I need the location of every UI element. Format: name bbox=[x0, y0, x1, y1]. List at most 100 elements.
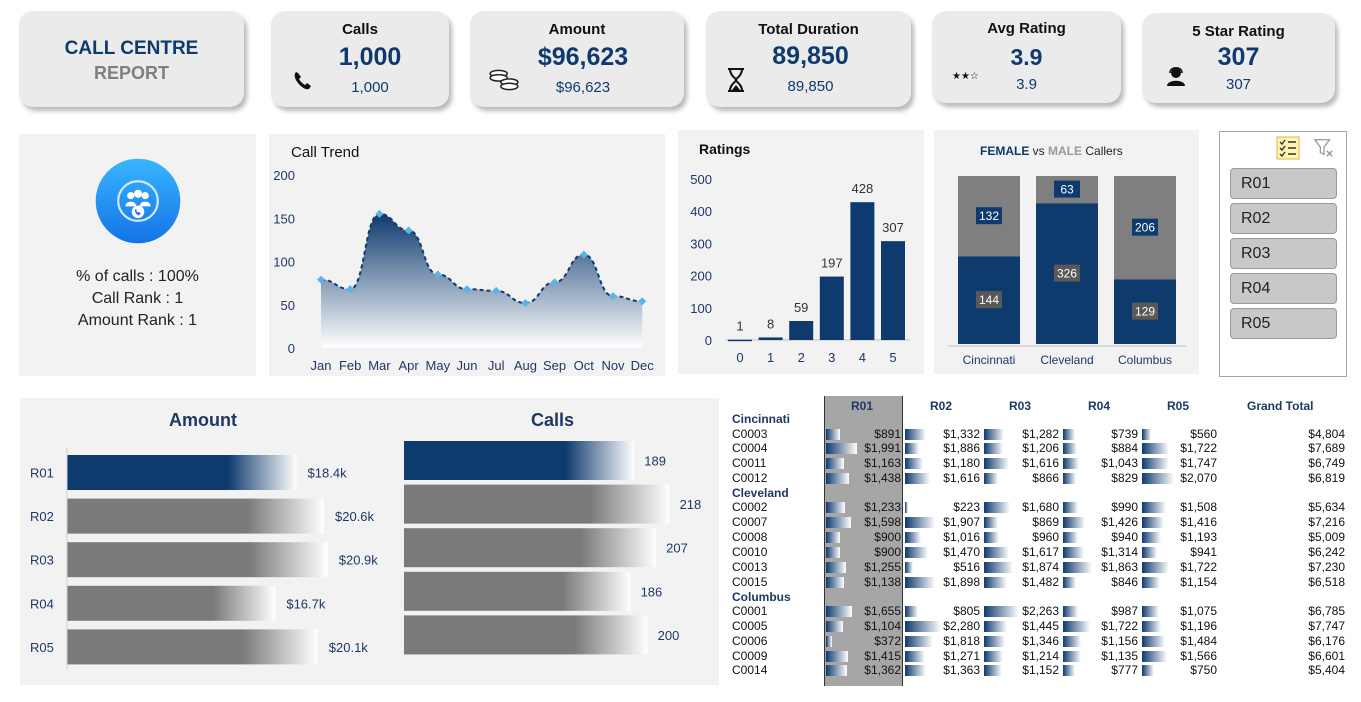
calls-bar[interactable] bbox=[404, 484, 670, 524]
pivot-header-r01[interactable]: R01 bbox=[851, 399, 873, 413]
pivot-grand-total: $6,601 bbox=[1308, 648, 1345, 663]
pivot-cell-value: $1,655 bbox=[864, 604, 901, 618]
pivot-data-bar bbox=[826, 532, 841, 544]
kpi-calls-card: Calls 1,000 1,000 bbox=[271, 11, 449, 107]
pivot-data-bar bbox=[905, 606, 918, 617]
pivot-cell: $2,070 bbox=[1140, 471, 1219, 485]
pivot-cell: $1,445 bbox=[982, 619, 1061, 633]
pivot-cell-value: $1,616 bbox=[1022, 456, 1059, 471]
pivot-cell-value: $1,104 bbox=[864, 618, 901, 633]
report-title-card: CALL CENTRE REPORT bbox=[19, 11, 244, 107]
pivot-data-bar bbox=[1063, 458, 1080, 470]
pivot-cell-value: $900 bbox=[874, 544, 901, 559]
amount-bar[interactable] bbox=[67, 585, 276, 621]
pivot-data-bar bbox=[984, 532, 1000, 544]
ratings-bar[interactable] bbox=[881, 241, 905, 340]
ratings-bar[interactable] bbox=[728, 339, 752, 342]
pivot-cell: $1,438 bbox=[824, 471, 903, 486]
amount-bar-label: $18.4k bbox=[308, 466, 348, 481]
ratings-xtick: 2 bbox=[798, 350, 805, 365]
amount-bar[interactable] bbox=[67, 542, 328, 578]
calls-bar[interactable] bbox=[404, 615, 648, 655]
amount-rank: Amount Rank : 1 bbox=[77, 312, 198, 329]
amount-bar[interactable] bbox=[67, 498, 325, 534]
kpi-duration-title: Total Duration bbox=[758, 21, 859, 38]
pivot-cell-value: $372 bbox=[874, 633, 901, 648]
trend-xtick: May bbox=[426, 358, 451, 373]
pivot-cell-value: $1,043 bbox=[1101, 456, 1138, 471]
call-trend-chart: 0 50 100 150 200 Jan Feb Mar Apr May Jun Jul Aug Sep O… bbox=[273, 168, 654, 373]
pivot-data-bar bbox=[905, 665, 927, 677]
report-title-line1: CALL CENTRE bbox=[64, 38, 199, 59]
pivot-cell: $805 bbox=[903, 604, 982, 618]
pivot-cell-value: $1,214 bbox=[1022, 648, 1059, 663]
pivot-cell: $1,722 bbox=[1140, 441, 1219, 456]
pivot-data-bar bbox=[1063, 576, 1077, 588]
pivot-data-bar bbox=[984, 517, 998, 529]
pivot-cell: $987 bbox=[1061, 604, 1140, 618]
ratings-xtick: 1 bbox=[767, 350, 774, 365]
pivot-data-bar bbox=[1142, 458, 1170, 470]
pivot-city-columbus[interactable]: Columbus bbox=[732, 590, 791, 604]
pivot-cell-value: $1,180 bbox=[943, 456, 980, 471]
ratings-bar[interactable] bbox=[758, 337, 783, 340]
pivot-cell: $1,214 bbox=[982, 648, 1061, 663]
pivot-cell: $1,655 bbox=[824, 604, 903, 618]
pivot-data-bar bbox=[1142, 650, 1167, 662]
slicer-item-r04[interactable]: R04 bbox=[1230, 273, 1337, 304]
pivot-city-cleveland[interactable]: Cleveland bbox=[732, 486, 789, 500]
pivot-cell-value: $1,722 bbox=[1180, 441, 1217, 456]
pivot-cell-value: $1,566 bbox=[1180, 648, 1217, 663]
trend-area bbox=[321, 213, 643, 348]
slicer-item-r02[interactable]: R02 bbox=[1230, 203, 1337, 234]
calls-bar[interactable] bbox=[404, 441, 635, 480]
pivot-header-grand-total[interactable]: Grand Total bbox=[1247, 399, 1313, 413]
clear-filter-icon[interactable] bbox=[1313, 137, 1335, 159]
pivot-data-bar bbox=[826, 576, 844, 588]
pivot-cell-value: $1,255 bbox=[864, 559, 901, 574]
stars-icon: ★★☆ bbox=[952, 71, 979, 82]
pivot-city-cincinnati[interactable]: Cincinnati bbox=[732, 412, 790, 426]
ratings-ytick: 400 bbox=[690, 204, 712, 219]
pivot-cell: $1,363 bbox=[903, 663, 982, 677]
pivot-header-r05[interactable]: R05 bbox=[1167, 399, 1189, 413]
ratings-bar[interactable] bbox=[850, 202, 875, 340]
pivot-data-bar bbox=[1063, 606, 1079, 617]
pivot-row-label: C0004 bbox=[732, 441, 768, 456]
pivot-cell: $1,043 bbox=[1061, 456, 1140, 471]
pivot-header-r02[interactable]: R02 bbox=[930, 399, 952, 413]
pivot-cell-value: $1,438 bbox=[864, 471, 901, 486]
ratings-xtick: 4 bbox=[859, 350, 866, 365]
slicer-item-r03[interactable]: R03 bbox=[1230, 238, 1337, 269]
pivot-header-r03[interactable]: R03 bbox=[1009, 399, 1031, 413]
pivot-grand-total: $6,749 bbox=[1308, 456, 1345, 471]
pivot-row-label: C0013 bbox=[732, 559, 768, 574]
calls-bar[interactable] bbox=[404, 571, 631, 611]
pivot-data-bar bbox=[826, 546, 841, 558]
kpi-duration-card: Total Duration 89,850 89,850 bbox=[706, 11, 911, 107]
amount-bar[interactable] bbox=[67, 629, 318, 665]
slicer-item-r01[interactable]: R01 bbox=[1230, 168, 1337, 199]
pivot-cell: $1,616 bbox=[982, 456, 1061, 471]
pivot-cell-value: $1,898 bbox=[943, 574, 980, 589]
gender-female-label: 206 bbox=[1135, 221, 1155, 235]
kpi-5star-card: 5 Star Rating 307 307 bbox=[1142, 13, 1335, 103]
pivot-data-bar bbox=[905, 635, 934, 647]
pivot-data-bar bbox=[905, 546, 928, 558]
pivot-cell: $750 bbox=[1140, 663, 1219, 677]
ratings-bar[interactable] bbox=[819, 276, 844, 340]
calls-bar[interactable] bbox=[404, 528, 657, 568]
slicer-item-r05[interactable]: R05 bbox=[1230, 308, 1337, 339]
pivot-data-bar bbox=[905, 561, 914, 573]
multi-select-icon[interactable] bbox=[1276, 136, 1300, 160]
pivot-cell: $1,362 bbox=[824, 663, 903, 677]
pivot-cell-value: $1,138 bbox=[864, 574, 901, 589]
coins-icon bbox=[489, 69, 519, 91]
ratings-bar[interactable] bbox=[789, 321, 814, 340]
pivot-cell: $900 bbox=[824, 530, 903, 544]
amount-bar[interactable] bbox=[67, 455, 297, 490]
pivot-row-label: C0003 bbox=[732, 426, 768, 441]
pivot-header-r04[interactable]: R04 bbox=[1088, 399, 1110, 413]
pivot-cell: $1,156 bbox=[1061, 634, 1140, 648]
pivot-data-bar bbox=[1142, 665, 1154, 677]
